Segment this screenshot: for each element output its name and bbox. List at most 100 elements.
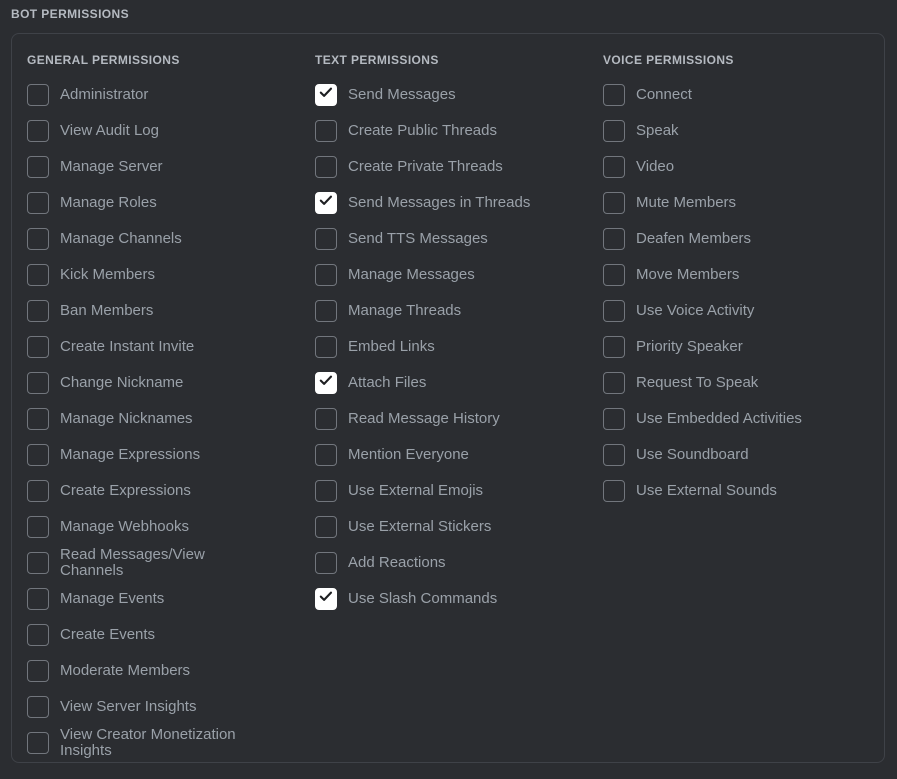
permission-row[interactable]: Video: [603, 149, 876, 185]
permission-row[interactable]: Create Events: [27, 617, 300, 653]
checkbox-unchecked-icon[interactable]: [603, 336, 625, 358]
permission-row[interactable]: Mute Members: [603, 185, 876, 221]
permission-row[interactable]: Mention Everyone: [315, 437, 588, 473]
permission-row[interactable]: Use External Stickers: [315, 509, 588, 545]
checkbox-unchecked-icon[interactable]: [27, 408, 49, 430]
checkbox-checked-icon[interactable]: [315, 192, 337, 214]
checkbox-unchecked-icon[interactable]: [603, 480, 625, 502]
checkbox-unchecked-icon[interactable]: [27, 156, 49, 178]
checkbox-unchecked-icon[interactable]: [603, 300, 625, 322]
permission-row[interactable]: Manage Events: [27, 581, 300, 617]
checkbox-unchecked-icon[interactable]: [27, 732, 49, 754]
permission-row[interactable]: Use External Emojis: [315, 473, 588, 509]
permission-label: Use Voice Activity: [636, 302, 755, 319]
checkbox-unchecked-icon[interactable]: [27, 588, 49, 610]
permission-row[interactable]: Manage Threads: [315, 293, 588, 329]
permission-label: Move Members: [636, 266, 740, 283]
checkbox-unchecked-icon[interactable]: [315, 336, 337, 358]
checkbox-unchecked-icon[interactable]: [27, 336, 49, 358]
permission-row[interactable]: Attach Files: [315, 365, 588, 401]
permission-row[interactable]: Send Messages: [315, 77, 588, 113]
checkbox-unchecked-icon[interactable]: [603, 228, 625, 250]
checkbox-unchecked-icon[interactable]: [315, 264, 337, 286]
permission-row[interactable]: Send Messages in Threads: [315, 185, 588, 221]
permission-row[interactable]: Create Expressions: [27, 473, 300, 509]
checkbox-unchecked-icon[interactable]: [603, 264, 625, 286]
permission-list-text: Send Messages Create Public Threads Create…: [315, 77, 588, 617]
checkbox-unchecked-icon[interactable]: [315, 444, 337, 466]
permission-row[interactable]: Moderate Members: [27, 653, 300, 689]
permission-row[interactable]: Manage Expressions: [27, 437, 300, 473]
permission-row[interactable]: Ban Members: [27, 293, 300, 329]
checkbox-unchecked-icon[interactable]: [315, 156, 337, 178]
permission-row[interactable]: Kick Members: [27, 257, 300, 293]
checkbox-checked-icon[interactable]: [315, 372, 337, 394]
checkbox-unchecked-icon[interactable]: [27, 444, 49, 466]
permission-column-general: GENERAL PERMISSIONS Administrator View Au…: [12, 34, 300, 762]
permission-row[interactable]: Request To Speak: [603, 365, 876, 401]
permission-row[interactable]: Move Members: [603, 257, 876, 293]
permission-row[interactable]: Use Soundboard: [603, 437, 876, 473]
checkbox-unchecked-icon[interactable]: [315, 480, 337, 502]
checkbox-unchecked-icon[interactable]: [27, 192, 49, 214]
permission-row[interactable]: Read Message History: [315, 401, 588, 437]
checkbox-unchecked-icon[interactable]: [27, 624, 49, 646]
checkbox-unchecked-icon[interactable]: [27, 516, 49, 538]
checkbox-unchecked-icon[interactable]: [27, 660, 49, 682]
permission-label: Embed Links: [348, 338, 435, 355]
checkbox-unchecked-icon[interactable]: [27, 120, 49, 142]
permission-row[interactable]: Deafen Members: [603, 221, 876, 257]
permission-row[interactable]: Manage Channels: [27, 221, 300, 257]
permission-row[interactable]: Connect: [603, 77, 876, 113]
checkbox-unchecked-icon[interactable]: [27, 228, 49, 250]
checkbox-checked-icon[interactable]: [315, 588, 337, 610]
checkbox-unchecked-icon[interactable]: [603, 444, 625, 466]
checkbox-unchecked-icon[interactable]: [27, 552, 49, 574]
permission-row[interactable]: Use Embedded Activities: [603, 401, 876, 437]
permission-row[interactable]: Manage Nicknames: [27, 401, 300, 437]
checkbox-unchecked-icon[interactable]: [315, 516, 337, 538]
checkbox-unchecked-icon[interactable]: [315, 552, 337, 574]
permission-row[interactable]: Manage Messages: [315, 257, 588, 293]
checkbox-unchecked-icon[interactable]: [603, 156, 625, 178]
permission-row[interactable]: Send TTS Messages: [315, 221, 588, 257]
checkbox-unchecked-icon[interactable]: [27, 300, 49, 322]
checkbox-unchecked-icon[interactable]: [603, 192, 625, 214]
permission-row[interactable]: Priority Speaker: [603, 329, 876, 365]
permission-row[interactable]: Manage Roles: [27, 185, 300, 221]
checkbox-unchecked-icon[interactable]: [27, 264, 49, 286]
checkbox-unchecked-icon[interactable]: [27, 84, 49, 106]
permission-label: Ban Members: [60, 302, 154, 319]
permission-row[interactable]: Use Voice Activity: [603, 293, 876, 329]
permission-row[interactable]: Create Private Threads: [315, 149, 588, 185]
permission-row[interactable]: Speak: [603, 113, 876, 149]
permission-row[interactable]: Add Reactions: [315, 545, 588, 581]
checkbox-unchecked-icon[interactable]: [27, 480, 49, 502]
permission-row[interactable]: Manage Webhooks: [27, 509, 300, 545]
checkbox-unchecked-icon[interactable]: [27, 372, 49, 394]
checkbox-unchecked-icon[interactable]: [603, 372, 625, 394]
permission-row[interactable]: View Creator Monetization Insights: [27, 725, 300, 761]
checkbox-checked-icon[interactable]: [315, 84, 337, 106]
permission-row[interactable]: Manage Server: [27, 149, 300, 185]
permission-row[interactable]: Change Nickname: [27, 365, 300, 401]
permission-label: Read Message History: [348, 410, 500, 427]
checkbox-unchecked-icon[interactable]: [603, 408, 625, 430]
permission-row[interactable]: Use Slash Commands: [315, 581, 588, 617]
checkbox-unchecked-icon[interactable]: [315, 228, 337, 250]
permission-row[interactable]: Create Instant Invite: [27, 329, 300, 365]
checkbox-unchecked-icon[interactable]: [603, 84, 625, 106]
permission-label: View Server Insights: [60, 698, 197, 715]
checkbox-unchecked-icon[interactable]: [603, 120, 625, 142]
checkbox-unchecked-icon[interactable]: [315, 300, 337, 322]
checkbox-unchecked-icon[interactable]: [27, 696, 49, 718]
permission-row[interactable]: Administrator: [27, 77, 300, 113]
permission-row[interactable]: Use External Sounds: [603, 473, 876, 509]
permission-row[interactable]: View Audit Log: [27, 113, 300, 149]
permission-row[interactable]: View Server Insights: [27, 689, 300, 725]
checkbox-unchecked-icon[interactable]: [315, 408, 337, 430]
checkbox-unchecked-icon[interactable]: [315, 120, 337, 142]
permission-row[interactable]: Embed Links: [315, 329, 588, 365]
permission-row[interactable]: Create Public Threads: [315, 113, 588, 149]
permission-row[interactable]: Read Messages/View Channels: [27, 545, 300, 581]
